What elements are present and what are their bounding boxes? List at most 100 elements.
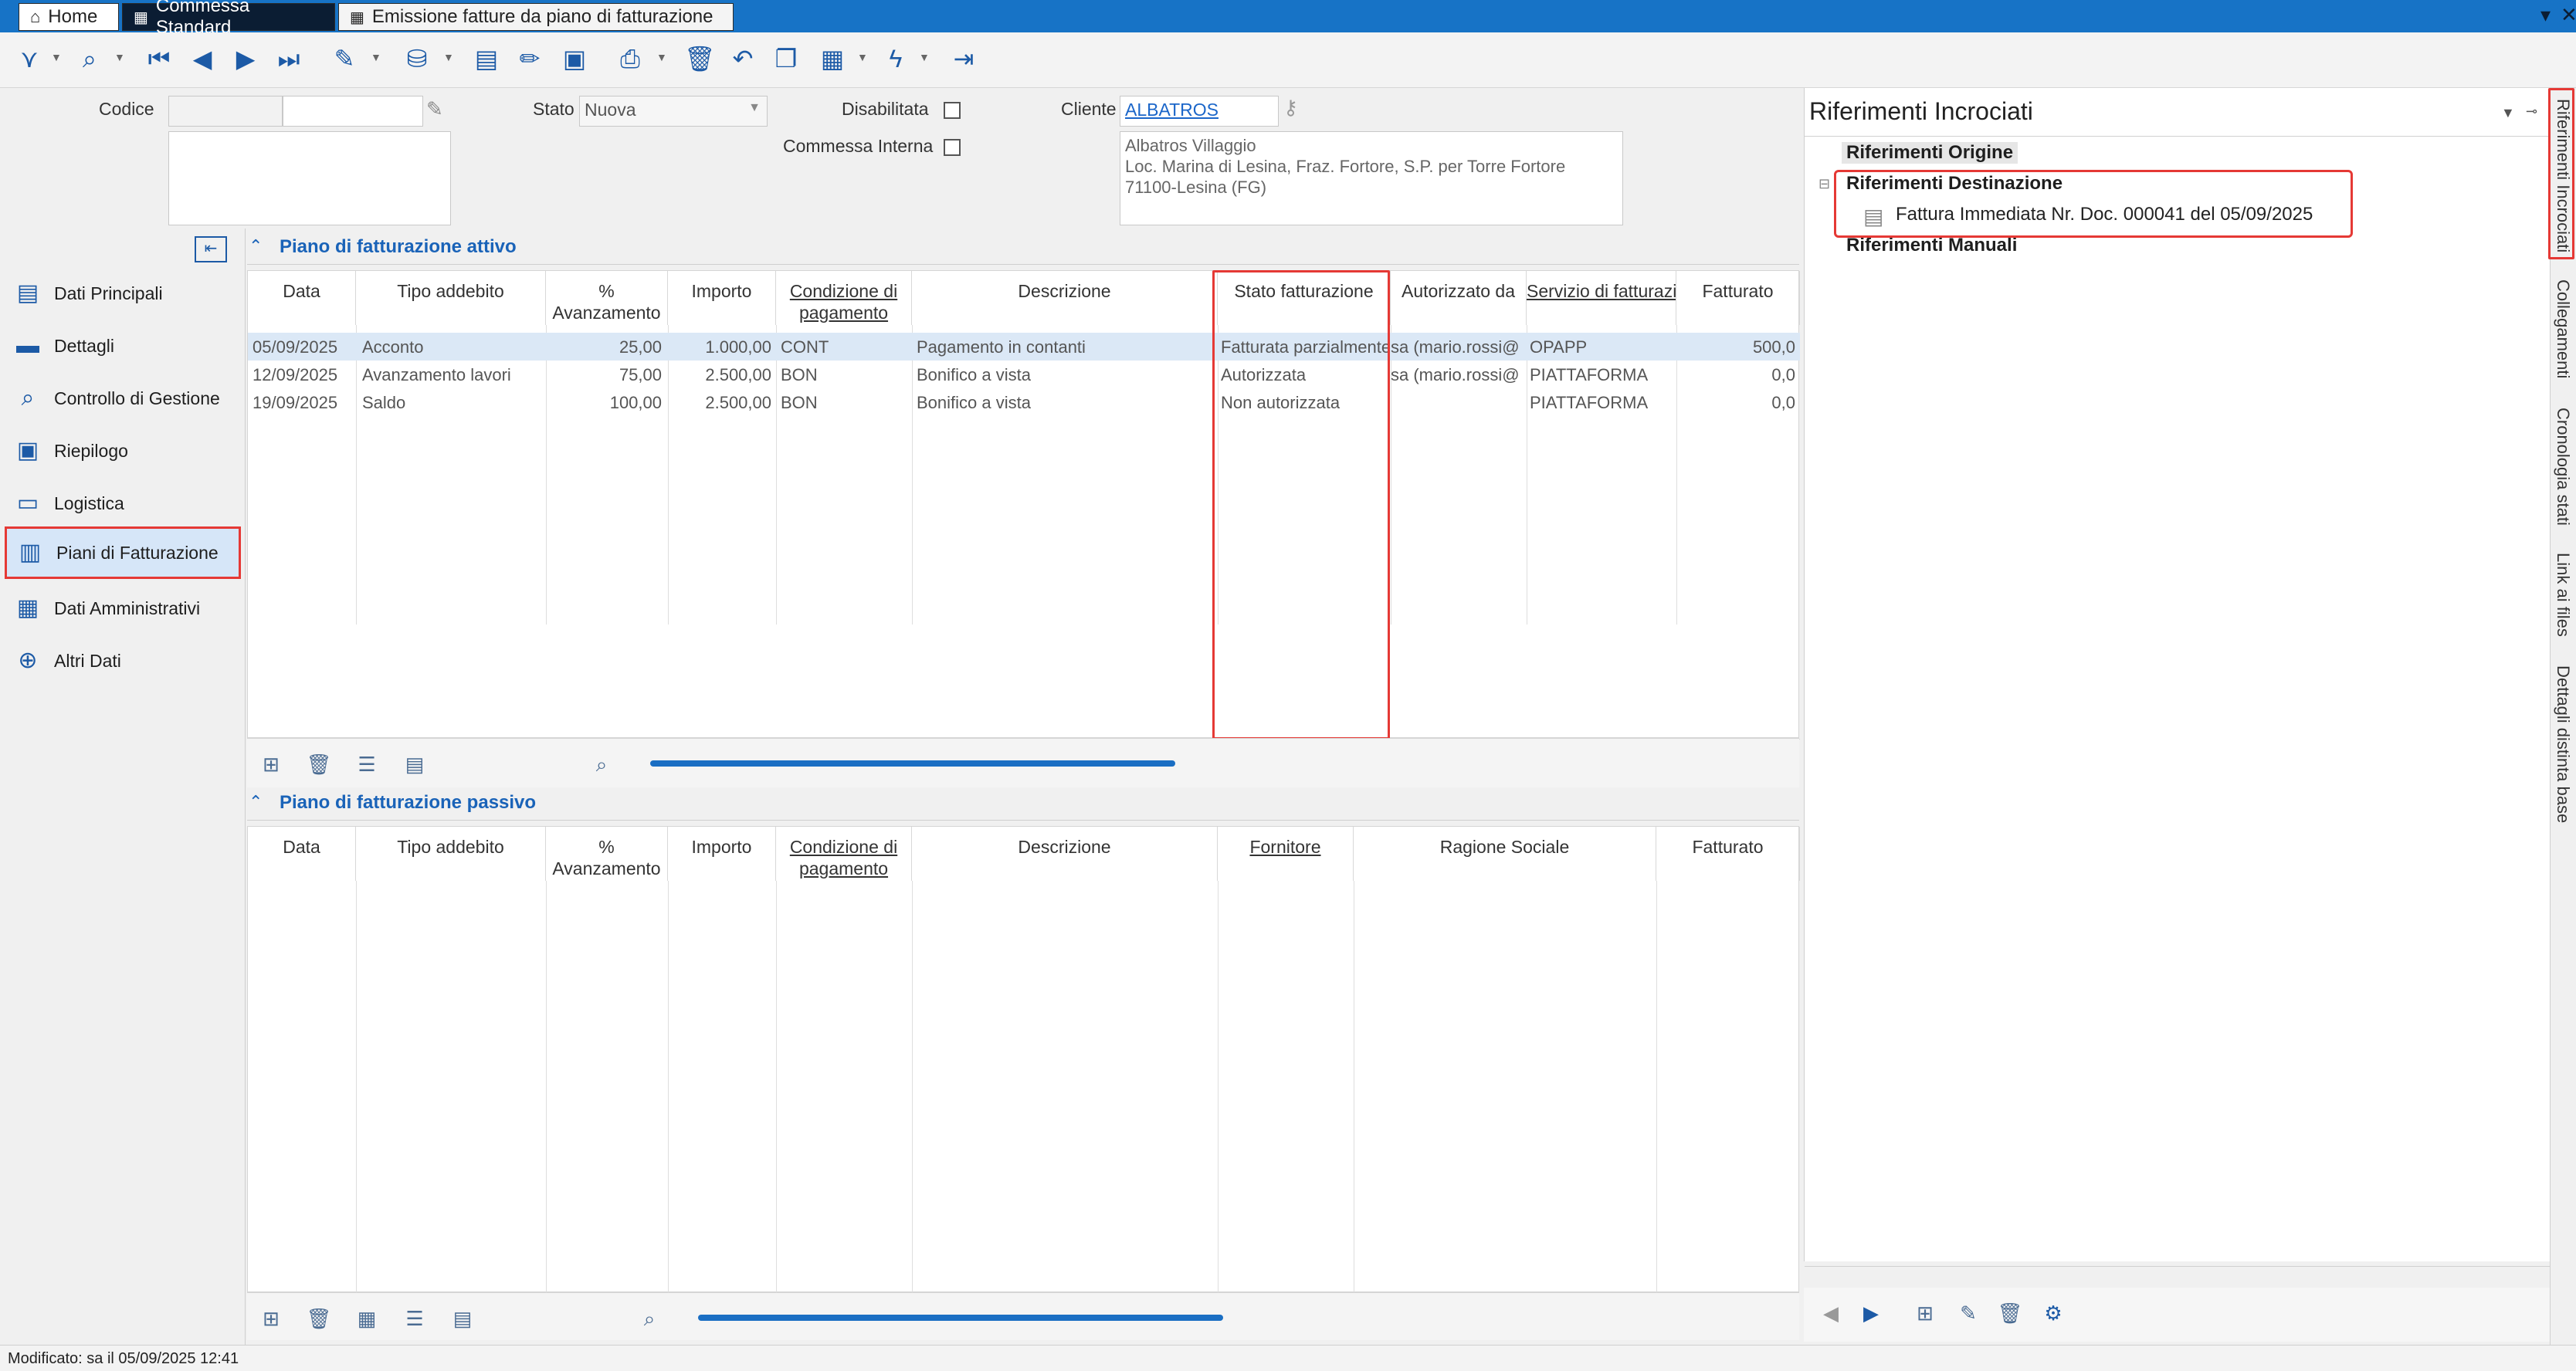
column-header[interactable]: Fatturato — [1676, 271, 1800, 325]
save-icon[interactable]: ▣ — [559, 43, 590, 74]
calculator-icon[interactable]: ▦ — [817, 43, 848, 74]
vtab-collegamenti[interactable]: Collegamenti — [2553, 279, 2573, 378]
table-row[interactable]: 05/09/2025 Acconto 25,00 1.000,00 CONT P… — [248, 333, 1800, 361]
details-icon[interactable]: ▤ — [402, 751, 428, 777]
delete-row-icon[interactable]: 🗑 — [306, 1305, 332, 1332]
previous-icon[interactable]: ◀ — [1818, 1300, 1844, 1326]
chevron-down-icon[interactable]: ▼ — [2501, 105, 2515, 121]
collapse-panel-icon[interactable]: ⇤ — [195, 236, 227, 262]
chevron-down-icon[interactable]: ▾ — [2540, 3, 2551, 27]
column-header-link[interactable]: Servizio di fatturazione — [1527, 271, 1676, 325]
delete-icon[interactable]: 🗑 — [684, 43, 716, 74]
caret-icon[interactable]: ▼ — [919, 51, 930, 63]
column-header[interactable]: Descrizione — [912, 827, 1218, 881]
tab-emissione-fatture[interactable]: ▦ Emissione fatture da piano di fatturaz… — [338, 3, 734, 31]
edit-icon[interactable]: ✏ — [514, 43, 545, 74]
column-header[interactable]: Fatturato — [1656, 827, 1800, 881]
details-icon[interactable]: ▤ — [449, 1305, 476, 1332]
search-icon[interactable]: ⌕ — [588, 751, 615, 777]
key-icon[interactable]: ⚷ — [1283, 96, 1298, 120]
pin-icon[interactable]: ⊸ — [2526, 103, 2537, 120]
exit-icon[interactable]: ⇥ — [948, 43, 979, 74]
nav-logistica[interactable]: ▭ Logistica — [5, 479, 241, 528]
table-row[interactable]: 19/09/2025 Saldo 100,00 2.500,00 BON Bon… — [248, 388, 1800, 416]
lightning-icon[interactable]: ϟ — [880, 43, 911, 74]
column-header[interactable]: % Avanzamento — [546, 827, 668, 881]
column-header[interactable]: Importo — [668, 827, 776, 881]
horizontal-scrollbar[interactable] — [650, 760, 1175, 767]
delete-icon[interactable]: 🗑 — [1997, 1300, 2023, 1326]
close-icon[interactable]: ✕ — [2561, 3, 2576, 27]
collapse-icon[interactable]: ⌃ — [249, 236, 263, 256]
previous-record-icon[interactable]: ◀ — [187, 43, 218, 74]
horizontal-scrollbar[interactable] — [698, 1315, 1223, 1321]
tab-commessa-standard[interactable]: ▦ Commessa Standard — [122, 0, 335, 38]
tree-riferimenti-manuali[interactable]: Riferimenti Manuali — [1842, 235, 2022, 256]
copy-icon[interactable]: ❐ — [771, 43, 802, 74]
expand-down-icon[interactable]: ⋎ — [14, 43, 45, 74]
caret-icon[interactable]: ▼ — [443, 51, 454, 63]
column-header[interactable]: % Avanzamento — [546, 271, 668, 325]
calendar-icon[interactable]: ▦ — [354, 1305, 380, 1332]
first-record-icon[interactable]: ⏮ — [144, 43, 175, 74]
list-icon[interactable]: ☰ — [402, 1305, 428, 1332]
nav-riepilogo[interactable]: ▣ Riepilogo — [5, 426, 241, 476]
new-document-icon[interactable]: ▤ — [471, 43, 502, 74]
next-icon[interactable]: ▶ — [1858, 1300, 1884, 1326]
column-header[interactable]: Data — [248, 271, 356, 325]
add-row-icon[interactable]: ⊞ — [258, 751, 284, 777]
search-icon[interactable]: ⌕ — [636, 1305, 663, 1332]
next-record-icon[interactable]: ▶ — [230, 43, 261, 74]
vtab-dettagli-distinta-base[interactable]: Dettagli distinta base — [2553, 665, 2573, 823]
nav-dati-amministrativi[interactable]: ▦ Dati Amministrativi — [5, 584, 241, 633]
edit-icon[interactable]: ✎ — [1955, 1300, 1981, 1326]
collapse-tree-icon[interactable]: ⊟ — [1818, 176, 1830, 192]
nav-piani-di-fatturazione[interactable]: ▥ Piani di Fatturazione — [5, 526, 241, 579]
edit-icon[interactable]: ✎ — [426, 97, 443, 121]
caret-icon[interactable]: ▼ — [371, 51, 381, 63]
tree-riferimenti-origine[interactable]: Riferimenti Origine — [1842, 142, 2018, 164]
column-header[interactable]: Tipo addebito — [356, 827, 546, 881]
disabilitata-checkbox[interactable] — [944, 102, 961, 119]
cliente-field[interactable]: ALBATROS — [1120, 96, 1279, 127]
column-header-link[interactable]: Fornitore — [1218, 827, 1354, 881]
brush-icon[interactable]: ✎ — [329, 43, 360, 74]
codice-prefix-field[interactable] — [168, 96, 283, 127]
delete-row-icon[interactable]: 🗑 — [306, 751, 332, 777]
column-header[interactable]: Tipo addebito — [356, 271, 546, 325]
database-icon[interactable]: ⛁ — [402, 43, 432, 74]
column-header[interactable]: Descrizione — [912, 271, 1218, 325]
vtab-link-ai-files[interactable]: Link ai files — [2553, 553, 2573, 637]
caret-icon[interactable]: ▼ — [857, 51, 868, 63]
column-header[interactable]: Data — [248, 827, 356, 881]
tab-home[interactable]: ⌂ Home — [19, 3, 119, 31]
nav-dettagli[interactable]: ▬ Dettagli — [5, 321, 241, 371]
nav-controllo-di-gestione[interactable]: ⌕ Controllo di Gestione — [5, 374, 241, 423]
caret-icon[interactable]: ▼ — [51, 51, 62, 63]
column-header-link[interactable]: Condizione di pagamento — [776, 827, 912, 881]
table-row[interactable]: 12/09/2025 Avanzamento lavori 75,00 2.50… — [248, 361, 1800, 388]
vtab-cronologia-stati[interactable]: Cronologia stati — [2553, 408, 2573, 526]
caret-icon[interactable]: ▼ — [114, 51, 125, 63]
list-icon[interactable]: ☰ — [354, 751, 380, 777]
nav-dati-principali[interactable]: ▤ Dati Principali — [5, 269, 241, 318]
search-icon[interactable]: ⌕ — [74, 43, 105, 74]
undo-icon[interactable]: ↶ — [727, 43, 758, 74]
caret-icon[interactable]: ▼ — [656, 51, 667, 63]
last-record-icon[interactable]: ⏭ — [273, 43, 304, 74]
codice-field[interactable] — [283, 96, 423, 127]
column-header[interactable]: Ragione Sociale — [1354, 827, 1656, 881]
collapse-icon[interactable]: ⌃ — [249, 792, 263, 812]
add-icon[interactable]: ⊞ — [1912, 1300, 1938, 1326]
settings-icon[interactable]: ⚙ — [2040, 1300, 2066, 1326]
commessa-interna-checkbox[interactable] — [944, 139, 961, 156]
column-header-link[interactable]: Condizione di pagamento — [776, 271, 912, 325]
column-header[interactable]: Importo — [668, 271, 776, 325]
add-row-icon[interactable]: ⊞ — [258, 1305, 284, 1332]
column-header[interactable]: Autorizzato da — [1391, 271, 1527, 325]
stato-select[interactable]: Nuova ▼ — [579, 96, 768, 127]
nav-altri-dati[interactable]: ⊕ Altri Dati — [5, 636, 241, 686]
tab-bar: ⌂ Home ▦ Commessa Standard ▦ Emissione f… — [0, 0, 2576, 38]
codice-description-field[interactable] — [168, 131, 451, 225]
print-icon[interactable]: ⎙ — [615, 43, 646, 74]
